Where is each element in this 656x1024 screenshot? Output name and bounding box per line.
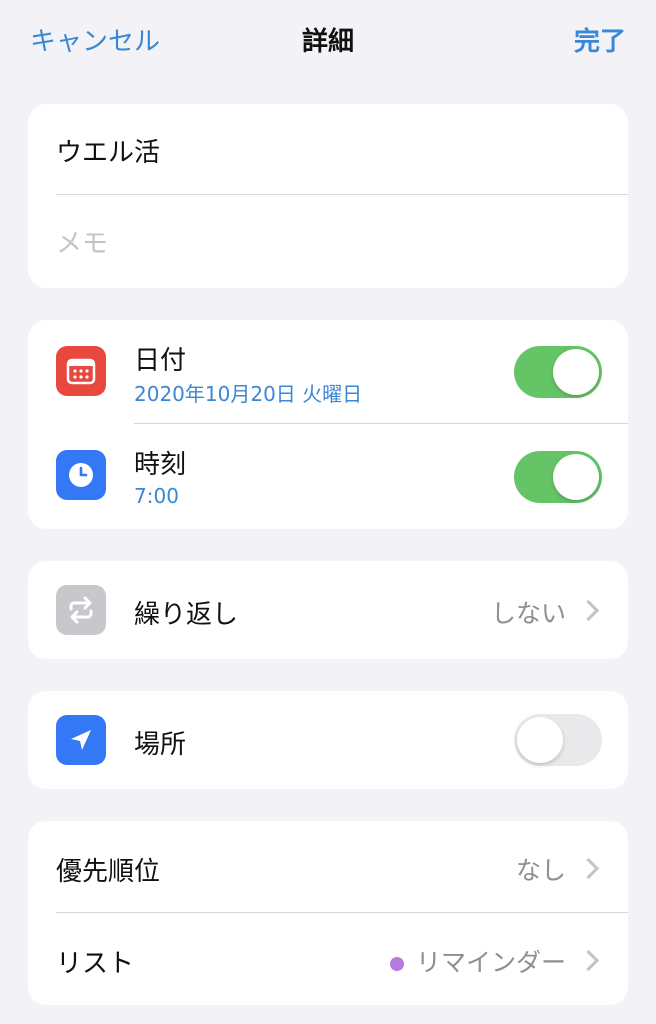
time-toggle[interactable] [514, 451, 602, 503]
location-label: 場所 [134, 730, 187, 760]
chevron-right-icon [577, 857, 600, 880]
chevron-right-icon [577, 949, 600, 972]
memo-row: メモ [28, 195, 628, 288]
title-row: ウエル活 [28, 104, 628, 195]
list-label: リスト [56, 949, 135, 979]
priority-label: 優先順位 [56, 857, 161, 887]
done-button[interactable]: 完了 [574, 26, 626, 58]
nav-bar: キャンセル 詳細 完了 [0, 0, 656, 84]
date-toggle[interactable] [514, 346, 602, 398]
page-title: 詳細 [0, 26, 656, 58]
toggle-knob [517, 717, 563, 763]
time-label: 時刻 [134, 450, 187, 480]
location-toggle[interactable] [514, 714, 602, 766]
location-arrow-icon [56, 715, 106, 765]
memo-field[interactable]: メモ [56, 223, 108, 260]
time-value[interactable]: 7:00 [134, 484, 179, 508]
calendar-icon [56, 346, 106, 396]
meta-card: 優先順位 なし リスト リマインダー [28, 821, 628, 1005]
date-row[interactable]: 日付 2020年10月20日 火曜日 [28, 320, 628, 424]
repeat-icon [56, 585, 106, 635]
repeat-value: しない [490, 599, 566, 628]
list-value-wrap: リマインダー [389, 943, 566, 979]
list-row[interactable]: リスト リマインダー [28, 913, 628, 1005]
page-title-text: 詳細 [301, 27, 354, 57]
toggle-knob [553, 454, 599, 500]
priority-value: なし [515, 856, 566, 885]
task-card: ウエル活 メモ [28, 104, 628, 288]
priority-row[interactable]: 優先順位 なし [28, 821, 628, 913]
repeat-card[interactable]: 繰り返し しない [28, 561, 628, 659]
toggle-knob [553, 349, 599, 395]
time-row[interactable]: 時刻 7:00 [28, 424, 628, 529]
repeat-label: 繰り返し [134, 600, 239, 630]
date-label: 日付 [134, 346, 187, 376]
schedule-card: 日付 2020年10月20日 火曜日 時刻 7:00 [28, 320, 628, 529]
list-value: リマインダー [415, 948, 566, 977]
location-card: 場所 [28, 691, 628, 789]
clock-icon [56, 450, 106, 500]
date-value[interactable]: 2020年10月20日 火曜日 [134, 378, 362, 407]
task-title-field[interactable]: ウエル活 [56, 132, 160, 169]
chevron-right-icon [577, 599, 600, 622]
list-color-dot [389, 957, 404, 971]
